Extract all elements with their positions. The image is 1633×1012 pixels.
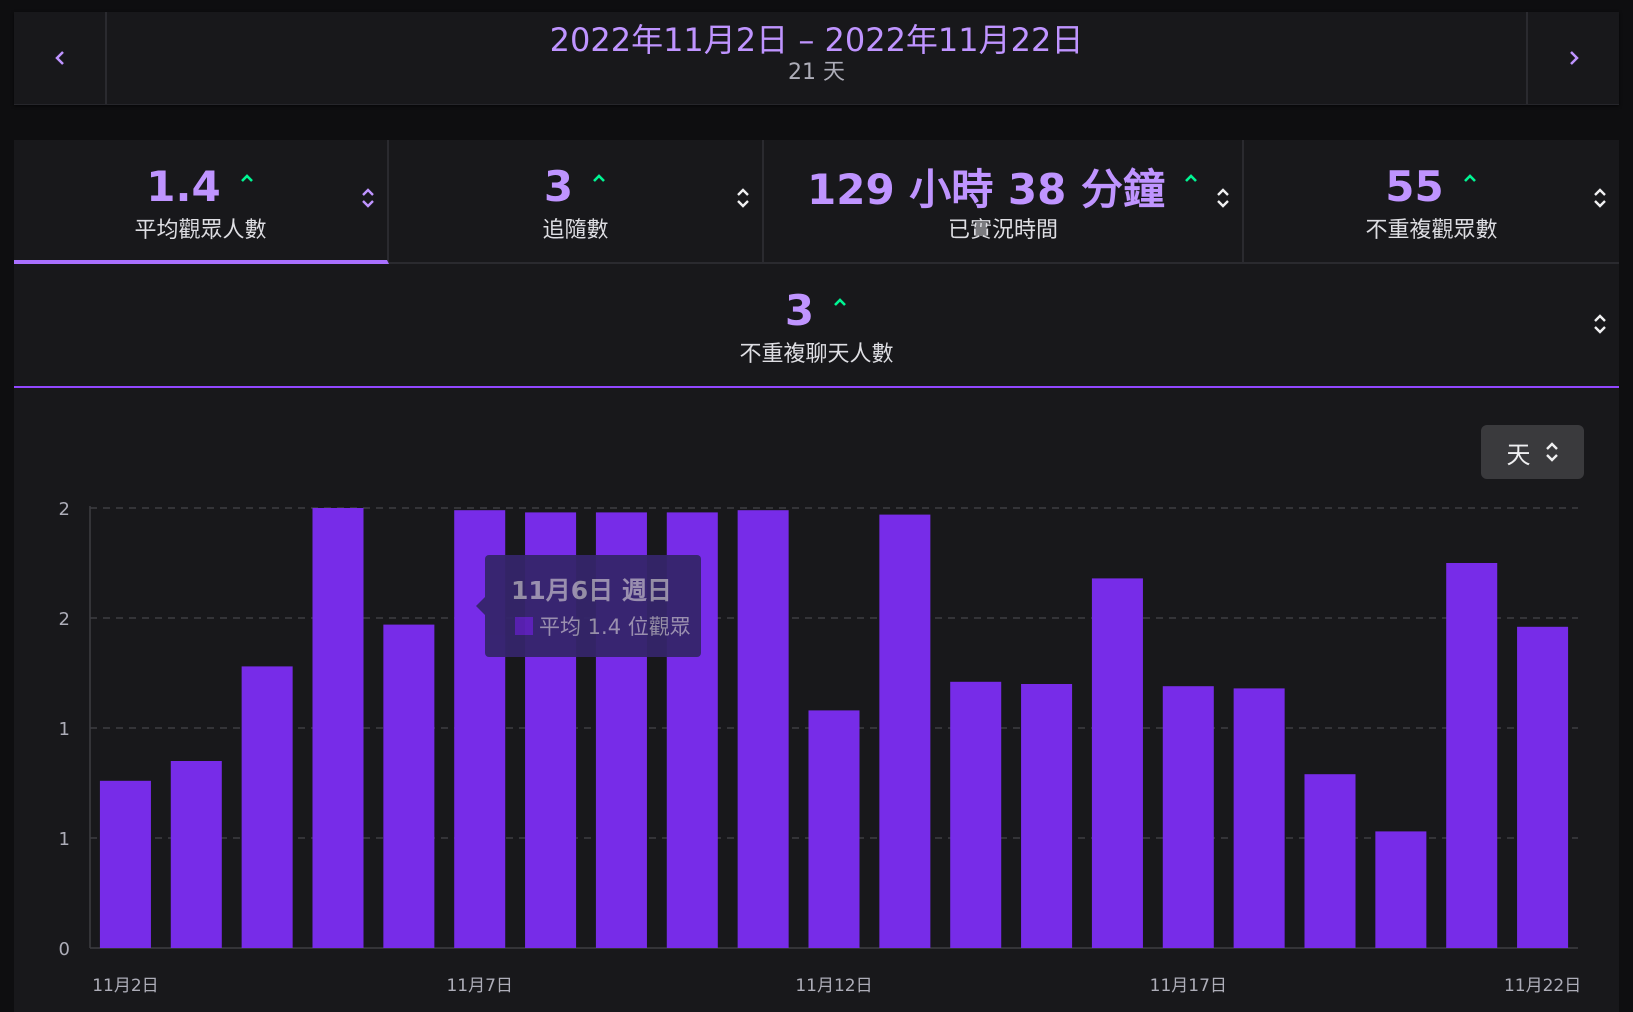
x-tick-label: 11月12日 — [795, 976, 872, 996]
x-tick-label: 11月22日 — [1504, 976, 1581, 996]
x-tick-label: 11月7日 — [446, 976, 512, 996]
chart-bar[interactable] — [1446, 563, 1498, 948]
period-select[interactable]: 天 — [1481, 425, 1584, 479]
y-tick-label: 2 — [59, 609, 70, 630]
chart-bar[interactable] — [1304, 774, 1356, 948]
y-tick-label: 2 — [59, 499, 70, 520]
chart-bar[interactable] — [879, 514, 931, 948]
tooltip-body: 平均 1.4 位觀眾 — [515, 611, 691, 641]
bar-chart: 0 1 1 2 2 11月2日 11月7日 11月12日 11月17日 11月22日 — [59, 499, 1582, 996]
chart-tooltip: 11月6日 週日 平均 1.4 位觀眾 — [476, 555, 701, 657]
period-select-label: 天 — [1506, 440, 1531, 469]
y-tick-label: 0 — [59, 939, 70, 960]
sort-icon — [1545, 442, 1558, 462]
series-swatch — [515, 617, 533, 635]
chart-bar[interactable] — [1021, 684, 1073, 948]
y-tick-label: 1 — [59, 829, 70, 850]
chart-bar[interactable] — [170, 761, 222, 948]
tooltip-title: 11月6日 週日 — [511, 576, 672, 605]
chart-bar[interactable] — [383, 624, 435, 948]
chart-bar[interactable] — [241, 666, 293, 948]
x-tick-label: 11月17日 — [1150, 976, 1227, 996]
chart-bar[interactable] — [808, 710, 860, 948]
chart-bar[interactable] — [1517, 626, 1569, 948]
chart-bar[interactable] — [1375, 831, 1427, 948]
chart-bar[interactable] — [1233, 688, 1285, 948]
chart-bar[interactable] — [1162, 686, 1214, 948]
x-tick-label: 11月2日 — [92, 976, 158, 996]
y-tick-label: 1 — [59, 719, 70, 740]
chart-bar[interactable] — [99, 780, 151, 948]
chart-bar[interactable] — [950, 681, 1002, 948]
chart-bar[interactable] — [312, 508, 364, 948]
tooltip-value: 平均 1.4 位觀眾 — [539, 615, 691, 639]
chart-bar[interactable] — [1091, 578, 1143, 948]
chart-bar[interactable] — [737, 510, 789, 948]
